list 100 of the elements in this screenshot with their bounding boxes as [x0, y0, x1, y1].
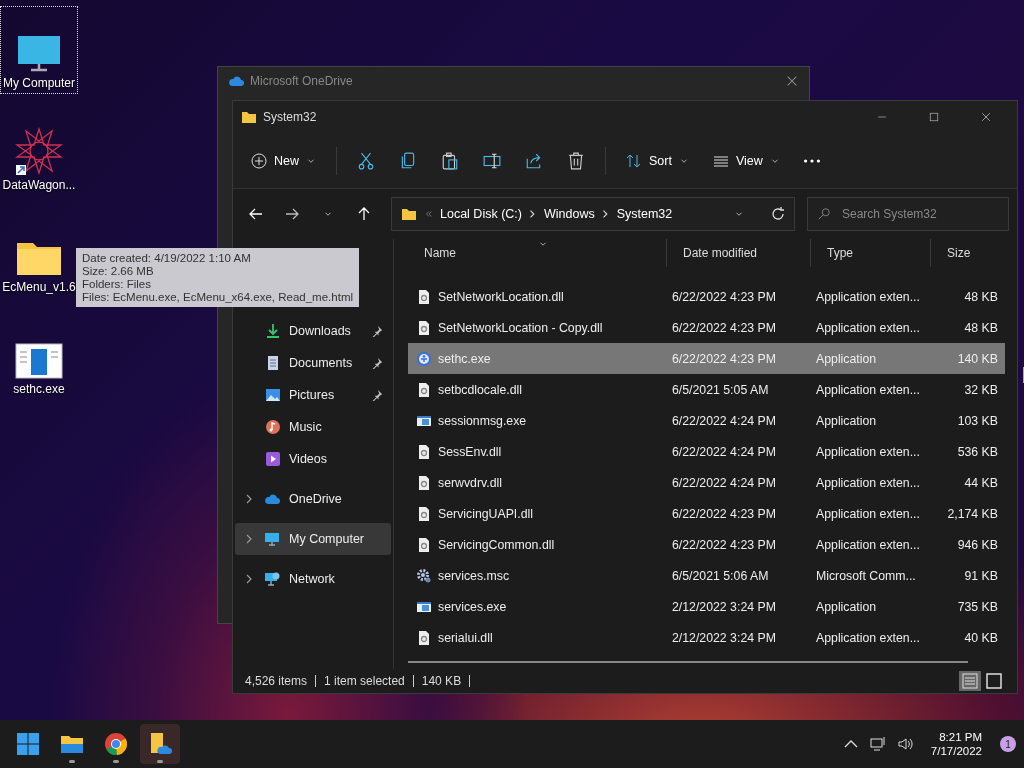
size-cell-text: 44 KB [963, 475, 999, 490]
dll-file-icon [416, 474, 432, 491]
sort-button[interactable]: Sort [616, 144, 699, 177]
file-row[interactable]: ServicingUAPI.dll 6/22/2022 4:23 PM Application exten... 2,174 KB [408, 498, 1005, 529]
dll-file-icon [416, 536, 432, 553]
type-cell-text: Application exten... [815, 506, 921, 521]
desktop-icon[interactable]: My Computer [0, 6, 78, 94]
file-row[interactable]: SetNetworkLocation - Copy.dll 6/22/2022 4:23 PM Application exten... 48 KB [408, 312, 1005, 343]
sidebar-item[interactable]: My Computer [235, 523, 391, 555]
new-button[interactable]: New [241, 144, 326, 177]
app-window-icon [15, 343, 63, 379]
type-cell-text: Application exten... [815, 537, 921, 552]
date-cell-text: 6/22/2022 4:23 PM [671, 320, 777, 335]
file-name: ServicingCommon.dll [438, 537, 555, 552]
file-row[interactable]: sethc.exe 6/22/2022 4:23 PM Application 140 KB [408, 343, 1005, 374]
column-header[interactable]: Type [810, 239, 930, 267]
music-note-icon [265, 419, 281, 435]
file-name: setbcdlocale.dll [438, 382, 523, 397]
pin-icon [371, 357, 383, 369]
desktop-icon[interactable]: EcMenu_v1.6 [0, 210, 78, 298]
type-cell-text: Application exten... [815, 289, 921, 304]
file-row[interactable]: services.msc 6/5/2021 5:06 AM Microsoft Comm... 91 KB [408, 560, 1005, 591]
breadcrumb[interactable]: System32 [616, 207, 673, 221]
folder-icon [400, 206, 418, 222]
monitor-icon [263, 531, 281, 547]
size-cell-text: 103 KB [956, 413, 999, 428]
dll-file-icon [416, 629, 432, 646]
refresh-icon [770, 206, 786, 222]
download-icon [265, 323, 281, 339]
file-name: SetNetworkLocation.dll [438, 289, 564, 304]
pin-icon [371, 325, 383, 337]
type-cell-text: Application exten... [815, 320, 921, 335]
browser-icon [104, 731, 128, 756]
clock[interactable]: 8:21 PM 7/17/2022 [930, 731, 982, 757]
file-row[interactable]: sessionmsg.exe 6/22/2022 4:24 PM Application 103 KB [408, 405, 1005, 436]
desktop-icon[interactable]: sethc.exe [0, 312, 78, 400]
dll-file-icon [416, 443, 432, 460]
breadcrumb[interactable]: Local Disk (C:) [440, 207, 522, 221]
view-button[interactable]: View [702, 144, 790, 177]
size-cell-text: 48 KB [963, 320, 999, 335]
sidebar-item[interactable]: OneDrive [235, 483, 391, 515]
date-cell-text: 6/22/2022 4:24 PM [671, 413, 777, 428]
tiles-view-button[interactable] [983, 671, 1005, 691]
sidebar-item[interactable]: Videos [235, 443, 391, 475]
column-header[interactable]: Size [930, 239, 1002, 267]
file-row[interactable]: serwvdrv.dll 6/22/2022 4:24 PM Application exten... 44 KB [408, 467, 1005, 498]
column-header[interactable]: Name [408, 239, 666, 267]
search-field[interactable]: Search System32 [807, 197, 1009, 231]
date-cell-text: 6/22/2022 4:23 PM [671, 506, 777, 521]
dll-file-icon [416, 381, 432, 398]
scissors-icon [357, 151, 375, 170]
sidebar-item[interactable]: Pictures [235, 379, 391, 411]
size-cell-text: 735 KB [956, 599, 999, 614]
plus-circle-icon [251, 152, 267, 169]
file-row[interactable]: SetNetworkLocation.dll 6/22/2022 4:23 PM Application exten... 48 KB [408, 281, 1005, 312]
gear-icon [416, 567, 432, 584]
network-icon [868, 736, 887, 752]
size-cell-text: 536 KB [956, 444, 999, 459]
sidebar-item[interactable]: Music [235, 411, 391, 443]
sidebar-item[interactable]: Documents [235, 347, 391, 379]
file-row[interactable]: serialui.dll 2/12/2022 3:24 PM Application exten... 40 KB [408, 622, 1005, 653]
clipboard-icon [441, 151, 459, 170]
breadcrumb[interactable]: Windows [543, 207, 595, 221]
type-cell-text: Application [815, 413, 878, 428]
file-name: serwvdrv.dll [438, 475, 502, 490]
window-title: Microsoft OneDrive [250, 74, 354, 88]
date-cell-text: 6/5/2021 5:05 AM [671, 382, 770, 397]
taskbar-app[interactable] [140, 724, 180, 764]
file-name: services.msc [438, 568, 510, 583]
type-cell-text: Microsoft Comm... [815, 568, 917, 583]
file-name: serialui.dll [438, 630, 493, 645]
more-icon [803, 158, 820, 163]
file-name: sethc.exe [438, 351, 491, 366]
file-row[interactable]: services.exe 2/12/2022 3:24 PM Application 735 KB [408, 591, 1005, 622]
file-row[interactable]: SessEnv.dll 6/22/2022 4:24 PM Application exten... 536 KB [408, 436, 1005, 467]
sidebar-item[interactable]: Network [235, 563, 391, 595]
video-icon [265, 451, 281, 467]
rename-icon [483, 151, 501, 170]
windows-logo-icon [16, 731, 40, 756]
tooltip-line: Folders: Files [82, 278, 153, 290]
left-arrow-icon [248, 206, 264, 222]
date-cell-text: 6/22/2022 4:23 PM [671, 351, 777, 366]
address-bar[interactable]: Local Disk (C:) Windows System32 [391, 197, 795, 231]
column-header[interactable]: Date modified [666, 239, 810, 267]
sidebar-item[interactable]: Downloads [235, 315, 391, 347]
size-cell-text: 140 KB [956, 351, 999, 366]
type-cell-text: Application exten... [815, 475, 921, 490]
network-icon [263, 571, 281, 587]
maximize-icon [928, 111, 940, 123]
size-cell-text: 40 KB [963, 630, 999, 645]
dll-file-icon [416, 505, 432, 522]
type-cell-text: Application exten... [815, 444, 921, 459]
speaker-icon [896, 736, 915, 752]
tile-icon [986, 673, 1002, 689]
notification-badge[interactable]: 1 [1000, 736, 1016, 752]
file-row[interactable]: ServicingCommon.dll 6/22/2022 4:23 PM Application exten... 946 KB [408, 529, 1005, 560]
desktop-icon[interactable]: DataWagon... [0, 108, 78, 196]
type-cell-text: Application exten... [815, 382, 921, 397]
date-cell-text: 6/5/2021 5:06 AM [671, 568, 770, 583]
file-row[interactable]: setbcdlocale.dll 6/5/2021 5:05 AM Application exten... 32 KB [408, 374, 1005, 405]
